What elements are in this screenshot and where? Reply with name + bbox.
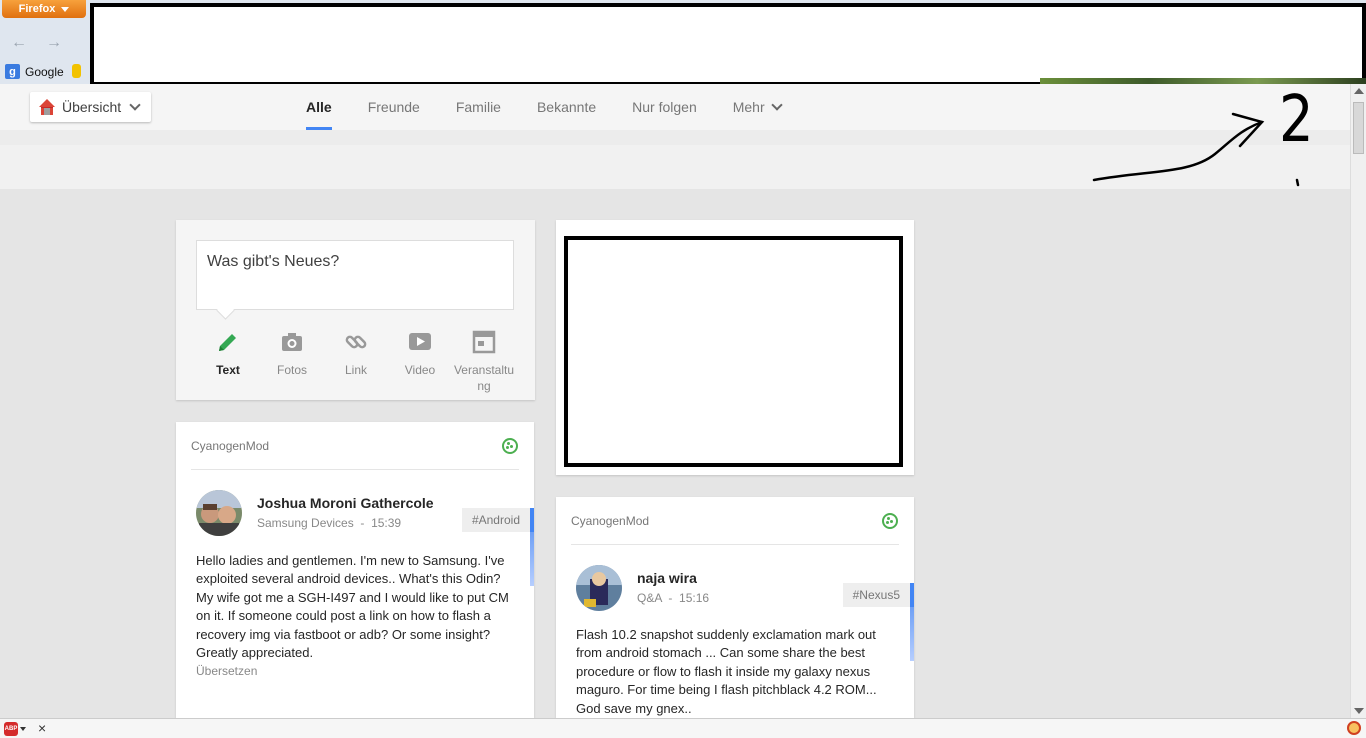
tab-alle[interactable]: Alle [306, 84, 332, 130]
post-category[interactable]: Samsung Devices [257, 516, 354, 530]
community-name[interactable]: CyanogenMod [571, 514, 649, 528]
camera-icon [282, 333, 302, 351]
post-meta: Samsung Devices - 15:39 [257, 516, 401, 530]
post-category[interactable]: Q&A [637, 591, 662, 605]
link-icon [345, 335, 367, 349]
firefox-menu-label: Firefox [18, 3, 56, 15]
post-card: CyanogenMod Joshua Moroni Gathercole Sam… [176, 422, 534, 718]
share-video-button[interactable]: Video [388, 330, 452, 394]
dropdown-caret-icon[interactable] [20, 727, 26, 731]
browser-chrome: Firefox ← → g Google [0, 0, 1366, 86]
tab-bekannte[interactable]: Bekannte [537, 84, 596, 130]
avatar[interactable] [576, 565, 622, 611]
home-icon [39, 99, 55, 115]
post-meta: Q&A - 15:16 [637, 591, 709, 605]
post-text: Flash 10.2 snapshot suddenly exclamation… [576, 627, 877, 716]
tab-label: Mehr [732, 99, 765, 115]
tab-label: Familie [455, 99, 501, 115]
user-photo [196, 490, 242, 536]
dropdown-caret-icon [61, 6, 70, 12]
tab-freunde[interactable]: Freunde [368, 84, 420, 130]
translate-link[interactable]: Übersetzen [196, 664, 257, 678]
overview-dropdown-button[interactable]: Übersicht [30, 92, 151, 122]
hashtag-badge[interactable]: #Android [461, 508, 534, 532]
blocked-icon[interactable] [1347, 721, 1361, 735]
redacted-card [556, 220, 914, 475]
tab-familie[interactable]: Familie [456, 84, 501, 130]
share-link-button[interactable]: Link [324, 330, 388, 394]
meta-separator: - [665, 591, 676, 605]
redacted-region [90, 3, 1366, 86]
share-actions: Text Fotos Link Video Veranstaltung [196, 330, 526, 394]
tab-label: Alle [306, 99, 332, 115]
action-label: Video [404, 363, 436, 377]
share-text-button[interactable]: Text [196, 330, 260, 394]
share-event-button[interactable]: Veranstaltung [452, 330, 516, 394]
overview-label: Übersicht [62, 99, 122, 115]
divider [191, 469, 519, 470]
google-icon: g [5, 64, 20, 79]
bookmark-google[interactable]: g Google [5, 64, 64, 79]
bookmark-icon[interactable] [72, 64, 81, 78]
tab-mehr[interactable]: Mehr [732, 84, 783, 130]
action-label: Veranstaltung [453, 363, 515, 393]
action-label: Link [344, 363, 367, 377]
share-photos-button[interactable]: Fotos [260, 330, 324, 394]
user-photo [576, 565, 622, 611]
community-name[interactable]: CyanogenMod [191, 439, 269, 453]
post-time[interactable]: 15:39 [371, 516, 401, 530]
back-arrow-icon[interactable]: ← [11, 34, 27, 52]
community-icon[interactable] [502, 438, 518, 454]
tab-label: Freunde [367, 99, 420, 115]
close-icon[interactable]: × [38, 720, 46, 736]
scrollbar-thumb[interactable] [1353, 102, 1364, 154]
calendar-icon [472, 330, 496, 354]
action-label: Text [216, 363, 240, 377]
addon-bar: ABP × [0, 718, 1366, 738]
forward-arrow-icon[interactable]: → [46, 34, 62, 52]
annotation-number: 2 [1279, 83, 1314, 157]
tab-label: Bekannte [536, 99, 597, 115]
share-box: Was gibt's Neues? Text Fotos Link Video … [176, 220, 535, 400]
hashtag-accent [530, 532, 534, 586]
post-time[interactable]: 15:16 [679, 591, 709, 605]
tab-label: Nur folgen [632, 99, 697, 115]
meta-separator: - [357, 516, 368, 530]
share-input[interactable]: Was gibt's Neues? [196, 240, 514, 310]
author-name[interactable]: naja wira [637, 570, 697, 586]
post-text: Hello ladies and gentlemen. I'm new to S… [196, 553, 509, 661]
page-scrollbar[interactable] [1350, 84, 1366, 718]
tab-nur-folgen[interactable]: Nur folgen [632, 84, 697, 130]
pencil-icon [219, 334, 236, 351]
scroll-down-icon[interactable] [1354, 708, 1364, 714]
chevron-down-icon [129, 99, 141, 111]
share-placeholder: Was gibt's Neues? [207, 253, 340, 270]
video-icon [409, 333, 431, 350]
hashtag-accent [910, 607, 914, 661]
scroll-up-icon[interactable] [1354, 88, 1364, 94]
redacted-region [564, 236, 903, 467]
action-label: Fotos [276, 363, 307, 377]
avatar[interactable] [196, 490, 242, 536]
stream-tabs: Alle Freunde Familie Bekannte Nur folgen… [306, 84, 817, 130]
community-icon[interactable] [882, 513, 898, 529]
hashtag-badge[interactable]: #Nexus5 [842, 583, 914, 607]
divider [571, 544, 899, 545]
chevron-down-icon [770, 99, 783, 111]
adblock-icon[interactable]: ABP [4, 722, 18, 736]
post-card: CyanogenMod naja wira Q&A - 15:16 #Nexus… [556, 497, 914, 718]
bookmark-label: Google [25, 64, 64, 79]
author-name[interactable]: Joshua Moroni Gathercole [257, 495, 434, 511]
firefox-menu-button[interactable]: Firefox [2, 0, 86, 18]
